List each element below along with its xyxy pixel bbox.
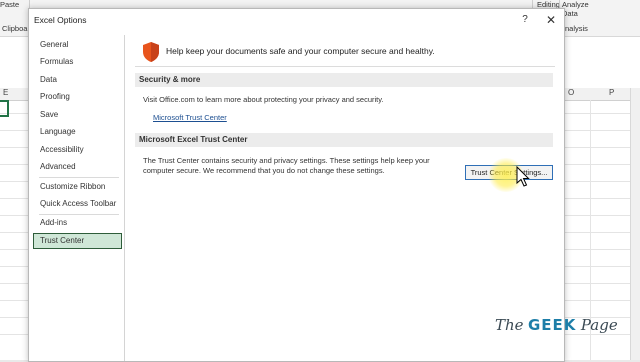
close-button[interactable]: ✕ <box>543 12 559 28</box>
options-sidebar: General Formulas Data Proofing Save Lang… <box>33 35 125 361</box>
security-description: Visit Office.com to learn more about pro… <box>143 95 384 104</box>
sidebar-item-accessibility[interactable]: Accessibility <box>33 142 122 158</box>
trust-center-description-line1: The Trust Center contains security and p… <box>143 156 430 165</box>
analyze-label: Analyze <box>562 0 589 9</box>
column-header-e[interactable]: E <box>3 88 8 97</box>
sidebar-separator <box>39 177 119 178</box>
dialog-titlebar[interactable]: Excel Options ? ✕ <box>29 9 564 31</box>
sidebar-item-save[interactable]: Save <box>33 107 122 123</box>
section-header-trust-center: Microsoft Excel Trust Center <box>135 133 553 147</box>
section-header-security: Security & more <box>135 73 553 87</box>
trust-center-panel: Help keep your documents safe and your c… <box>129 35 559 361</box>
vertical-scrollbar[interactable] <box>630 88 640 360</box>
column-header-o[interactable]: O <box>568 88 574 97</box>
shield-icon <box>143 42 159 62</box>
analysis-group-label: nalysis <box>565 24 588 33</box>
watermark-geek: GEEK <box>528 316 577 334</box>
watermark-the: The <box>495 316 524 334</box>
excel-options-dialog: Excel Options ? ✕ General Formulas Data … <box>28 8 565 362</box>
analyze-data-button[interactable]: Analyze Data <box>562 0 589 18</box>
paste-button[interactable]: Paste <box>0 0 19 9</box>
sidebar-item-proofing[interactable]: Proofing <box>33 89 122 105</box>
banner-text: Help keep your documents safe and your c… <box>166 46 435 56</box>
selected-cell[interactable] <box>0 100 9 117</box>
sidebar-item-add-ins[interactable]: Add-ins <box>33 215 122 231</box>
dialog-title: Excel Options <box>34 15 87 25</box>
watermark-page: Page <box>580 316 618 334</box>
sidebar-item-customize-ribbon[interactable]: Customize Ribbon <box>33 179 122 195</box>
column-header-p[interactable]: P <box>609 88 614 97</box>
trust-center-description-line2: computer secure. We recommend that you d… <box>143 166 385 175</box>
mouse-pointer-icon <box>516 166 530 187</box>
sidebar-item-language[interactable]: Language <box>33 124 122 140</box>
sidebar-item-quick-access-toolbar[interactable]: Quick Access Toolbar <box>33 196 122 212</box>
help-button[interactable]: ? <box>518 12 532 28</box>
sidebar-item-general[interactable]: General <box>33 37 122 53</box>
sidebar-item-formulas[interactable]: Formulas <box>33 54 122 70</box>
the-geek-page-watermark: The GEEK Page <box>495 316 618 335</box>
microsoft-trust-center-link[interactable]: Microsoft Trust Center <box>153 113 227 122</box>
sidebar-item-advanced[interactable]: Advanced <box>33 159 122 175</box>
clipboard-group-label: Clipboa <box>2 24 28 33</box>
sidebar-item-data[interactable]: Data <box>33 72 122 88</box>
banner-divider <box>135 66 555 67</box>
sidebar-item-trust-center[interactable]: Trust Center <box>33 233 122 249</box>
